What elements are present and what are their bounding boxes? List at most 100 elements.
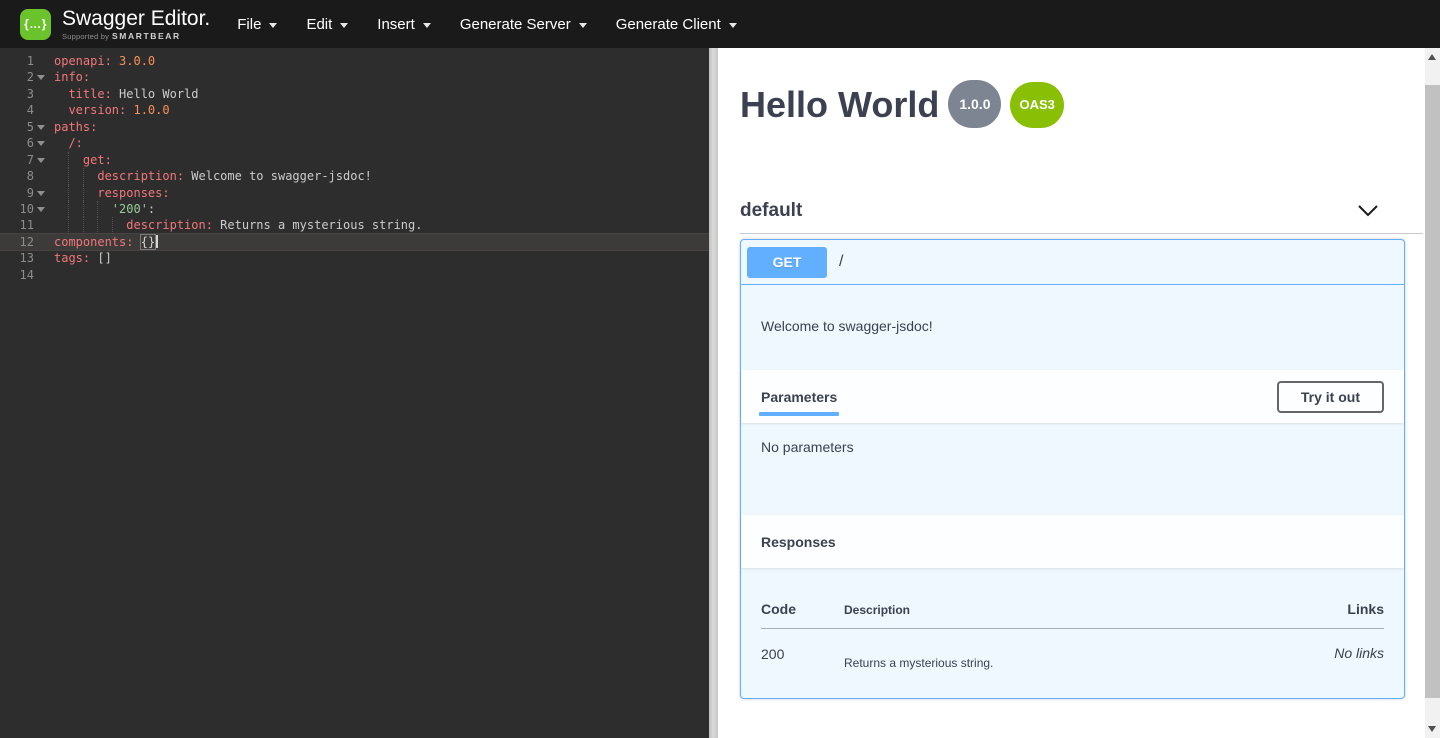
indent-guide: [68, 152, 69, 168]
editor-lines: 1openapi: 3.0.02info:3 title: Hello Worl…: [0, 53, 709, 283]
caret-down-icon: [423, 23, 431, 28]
editor-line-14[interactable]: 14: [0, 267, 709, 283]
editor-line-13[interactable]: 13tags: []: [0, 250, 709, 266]
menu-generate-client[interactable]: Generate Client: [616, 16, 737, 33]
code-text: get:: [47, 152, 709, 168]
line-number[interactable]: 6: [0, 135, 47, 151]
menu-label: Insert: [377, 16, 415, 33]
col-header-description: Description: [844, 588, 1274, 629]
indent-guide: [68, 168, 69, 184]
editor-line-5[interactable]: 5paths:: [0, 119, 709, 135]
responses-table-head: Code Description Links: [761, 588, 1384, 629]
operation-path[interactable]: /: [839, 253, 843, 271]
no-parameters-text: No parameters: [741, 423, 1404, 515]
fold-arrow-icon[interactable]: [37, 158, 45, 163]
editor-line-2[interactable]: 2info:: [0, 69, 709, 85]
scroll-down-arrow-icon[interactable]: [1428, 726, 1436, 732]
line-number[interactable]: 3: [0, 86, 47, 102]
code-text: /:: [47, 135, 709, 151]
line-number[interactable]: 14: [0, 267, 47, 283]
caret-down-icon: [729, 23, 737, 28]
line-number[interactable]: 4: [0, 102, 47, 118]
tag-section-default[interactable]: default: [740, 188, 1423, 234]
swagger-editor-app: {…} Swagger Editor. Supported bySMARTBEA…: [0, 0, 1440, 738]
fold-arrow-icon[interactable]: [37, 125, 45, 130]
editor-line-1[interactable]: 1openapi: 3.0.0: [0, 53, 709, 69]
indent-guide: [68, 185, 69, 201]
operation-block-get: GET / Welcome to swagger-jsdoc! Paramete…: [740, 239, 1405, 699]
line-number[interactable]: 10: [0, 201, 47, 217]
line-number[interactable]: 5: [0, 119, 47, 135]
code-text: title: Hello World: [47, 86, 709, 102]
code-text: paths:: [47, 119, 709, 135]
logo[interactable]: {…} Swagger Editor. Supported bySMARTBEA…: [20, 8, 210, 41]
responses-header: Responses: [741, 515, 1404, 568]
yaml-editor[interactable]: 1openapi: 3.0.02info:3 title: Hello Worl…: [0, 48, 709, 738]
vertical-scrollbar[interactable]: [1425, 48, 1440, 738]
tab-parameters[interactable]: Parameters: [761, 370, 837, 423]
scrollbar-thumb[interactable]: [1425, 85, 1440, 698]
editor-line-9[interactable]: 9 responses:: [0, 185, 709, 201]
code-text: version: 1.0.0: [47, 102, 709, 118]
col-header-code: Code: [761, 588, 844, 629]
indent-guide: [112, 217, 113, 233]
indent-guide: [68, 217, 69, 233]
menu-bar: File Edit Insert Generate Server Generate Cl…: [237, 16, 737, 33]
fold-arrow-icon[interactable]: [37, 191, 45, 196]
editor-line-11[interactable]: 11 description: Returns a mysterious str…: [0, 217, 709, 233]
operation-description: Welcome to swagger-jsdoc!: [741, 285, 1404, 370]
menu-insert[interactable]: Insert: [377, 16, 431, 33]
responses-body: Code Description Links 200Returns a myst…: [741, 568, 1404, 700]
editor-line-10[interactable]: 10 '200':: [0, 201, 709, 217]
editor-line-3[interactable]: 3 title: Hello World: [0, 86, 709, 102]
menu-label: Generate Server: [460, 16, 571, 33]
brand-text: Swagger Editor. Supported bySMARTBEAR: [62, 8, 210, 41]
line-number[interactable]: 13: [0, 250, 47, 266]
indent-guide: [97, 217, 98, 233]
indent-guide: [83, 217, 84, 233]
menu-label: Edit: [306, 16, 332, 33]
fold-arrow-icon[interactable]: [37, 207, 45, 212]
pane-splitter[interactable]: [709, 48, 718, 738]
top-bar: {…} Swagger Editor. Supported bySMARTBEA…: [0, 0, 1440, 48]
editor-line-7[interactable]: 7 get:: [0, 152, 709, 168]
brand-title: Swagger Editor.: [62, 8, 210, 30]
menu-generate-server[interactable]: Generate Server: [460, 16, 587, 33]
code-text: responses:: [47, 185, 709, 201]
get-method-badge[interactable]: GET: [747, 247, 827, 278]
editor-line-12[interactable]: 12components: {}: [0, 234, 709, 250]
scroll-up-arrow-icon[interactable]: [1428, 54, 1436, 60]
tag-title: default: [740, 200, 802, 222]
fold-arrow-icon[interactable]: [37, 75, 45, 80]
caret-down-icon: [269, 23, 277, 28]
col-header-links: Links: [1274, 588, 1384, 629]
code-text: tags: []: [47, 250, 709, 266]
indent-guide: [83, 201, 84, 217]
line-number[interactable]: 9: [0, 185, 47, 201]
line-number[interactable]: 7: [0, 152, 47, 168]
response-links: No links: [1274, 629, 1384, 671]
operation-summary[interactable]: GET /: [741, 240, 1404, 285]
menu-edit[interactable]: Edit: [306, 16, 348, 33]
editor-line-8[interactable]: 8 description: Welcome to swagger-jsdoc!: [0, 168, 709, 184]
chevron-down-icon[interactable]: [1357, 204, 1379, 218]
responses-title: Responses: [761, 534, 836, 550]
oas3-badge: OAS3: [1010, 82, 1063, 128]
line-number[interactable]: 11: [0, 217, 47, 233]
editor-line-6[interactable]: 6 /:: [0, 135, 709, 151]
line-number[interactable]: 12: [0, 234, 47, 250]
code-text: description: Returns a mysterious string…: [47, 217, 709, 233]
editor-line-4[interactable]: 4 version: 1.0.0: [0, 102, 709, 118]
responses-table: Code Description Links 200Returns a myst…: [761, 588, 1384, 670]
try-it-out-button[interactable]: Try it out: [1277, 381, 1384, 413]
code-text: info:: [47, 69, 709, 85]
line-number[interactable]: 2: [0, 69, 47, 85]
indent-guide: [83, 185, 84, 201]
text-cursor: [156, 235, 158, 248]
line-number[interactable]: 8: [0, 168, 47, 184]
line-number[interactable]: 1: [0, 53, 47, 69]
caret-down-icon: [340, 23, 348, 28]
menu-file[interactable]: File: [237, 16, 277, 33]
fold-arrow-icon[interactable]: [37, 141, 45, 146]
menu-label: Generate Client: [616, 16, 721, 33]
